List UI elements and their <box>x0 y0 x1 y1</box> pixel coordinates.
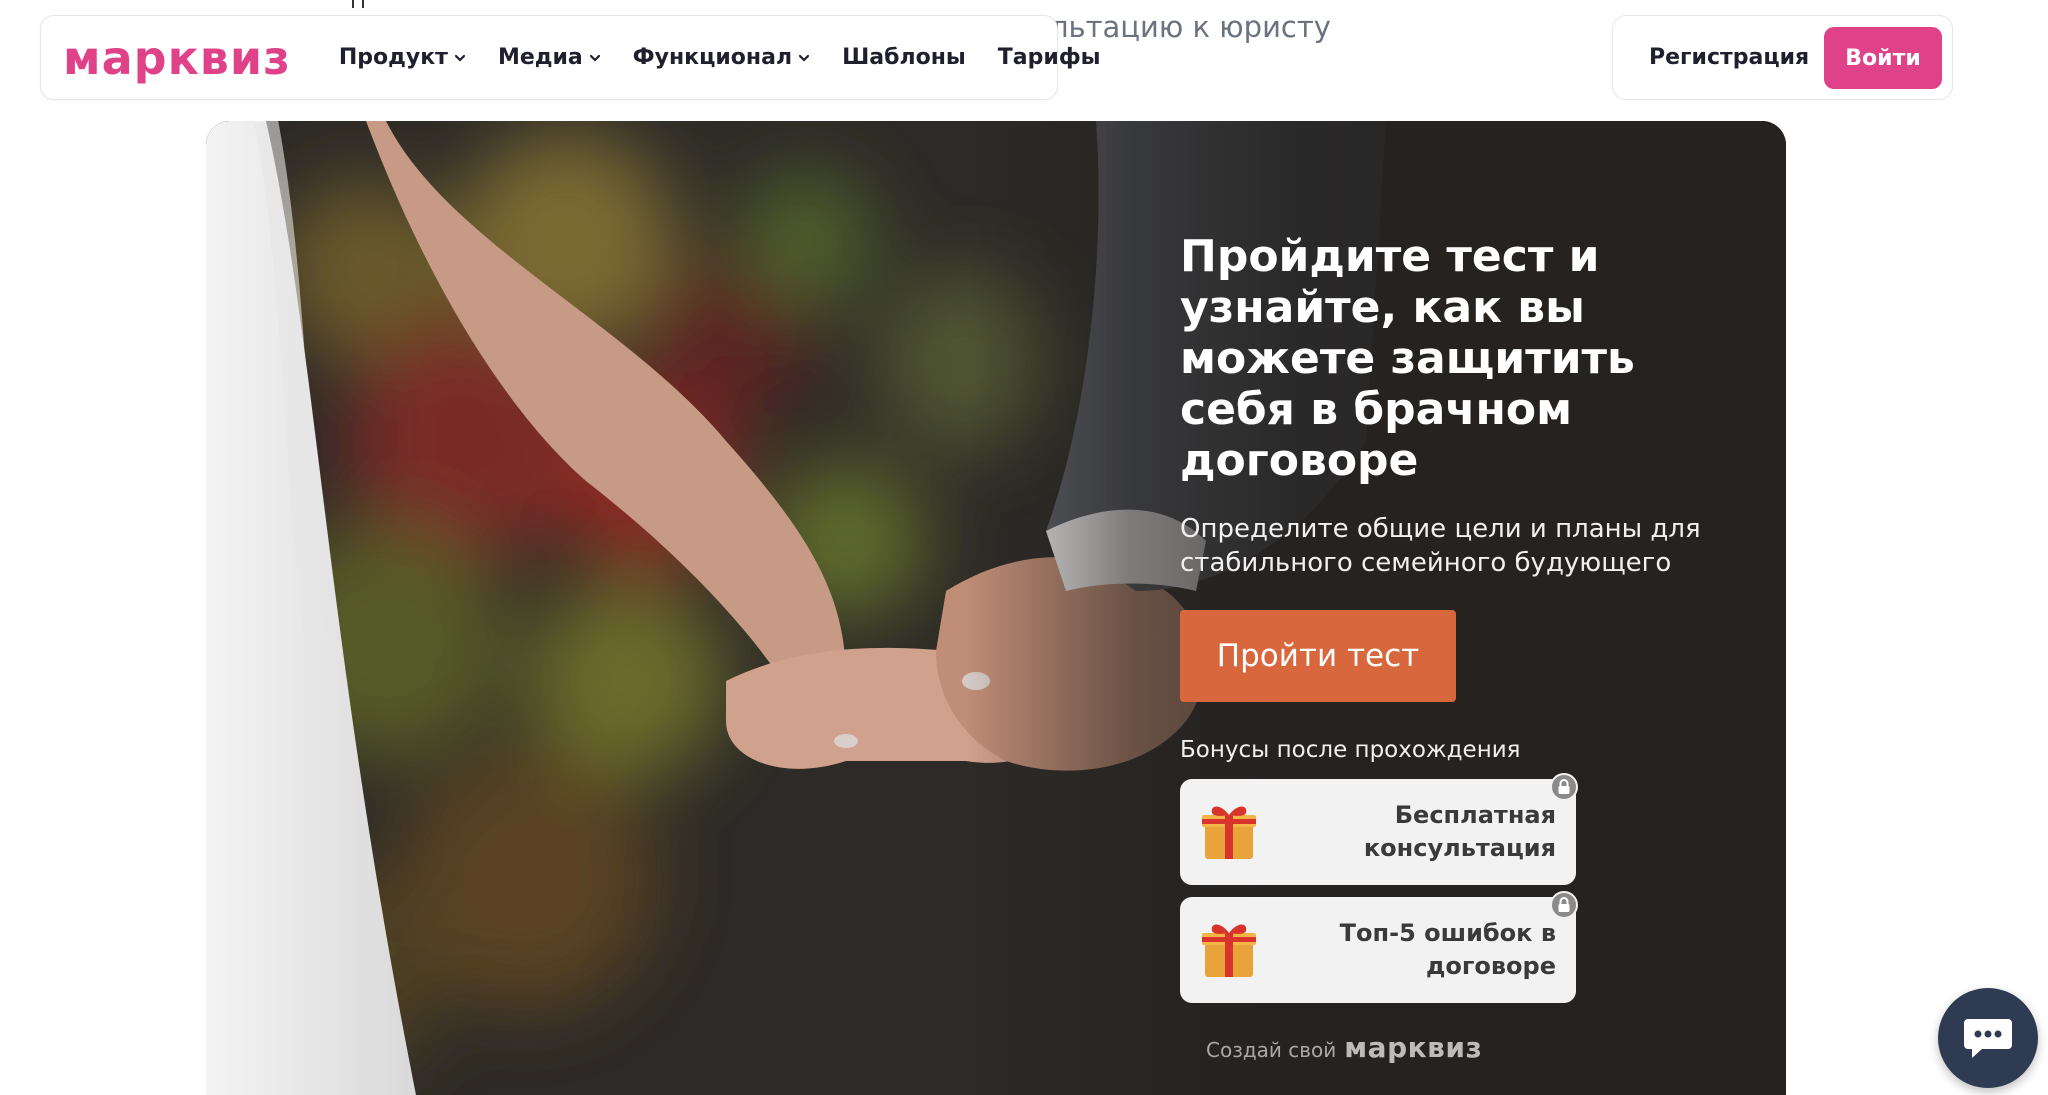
nav-menu: Продукт Медиа Функционал Шаблоны Тарифы <box>339 45 1101 70</box>
nav-item-product[interactable]: Продукт <box>339 45 466 70</box>
nav-label: Шаблоны <box>842 45 966 70</box>
nav-item-pricing[interactable]: Тарифы <box>998 45 1101 70</box>
chevron-down-icon <box>454 54 466 62</box>
nav-label: Тарифы <box>997 45 1101 70</box>
background-text: льтацию к юристу <box>1050 10 1331 44</box>
gift-icon <box>1202 806 1256 859</box>
bonus-line: Топ-5 ошибок в <box>1339 919 1556 947</box>
nav-item-features[interactable]: Функционал <box>633 45 810 70</box>
chevron-down-icon <box>798 54 810 62</box>
start-quiz-button[interactable]: Пройти тест <box>1180 610 1456 702</box>
main-navbar: марквиз Продукт Медиа Функционал Шаблоны… <box>40 15 1101 100</box>
chevron-down-icon <box>589 54 600 62</box>
bonus-text: Бесплатная консультация <box>1364 799 1556 865</box>
quiz-title: Пройдите тест и узнайте, как вы можете з… <box>1180 231 1635 486</box>
bonus-line: договоре <box>1425 952 1556 980</box>
nav-item-media[interactable]: Медиа <box>498 45 601 70</box>
background-text-fragment <box>352 0 364 8</box>
login-button[interactable]: Войти <box>1824 27 1942 89</box>
bonus-card: Топ-5 ошибок в договоре <box>1180 891 1578 1003</box>
bonus-text: Топ-5 ошибок в договоре <box>1340 917 1556 983</box>
chat-button[interactable] <box>1938 988 2038 1088</box>
nav-label: Функционал <box>632 45 793 70</box>
bonus-line: Бесплатная <box>1394 801 1556 829</box>
gift-icon <box>1202 924 1256 977</box>
lock-icon <box>1550 891 1578 919</box>
quiz-hero: Пройдите тест и узнайте, как вы можете з… <box>206 121 1786 1095</box>
nav-item-templates[interactable]: Шаблоны <box>842 45 966 70</box>
quiz-subtitle: Определите общие цели и планы для стабил… <box>1180 514 1701 578</box>
nav-label: Медиа <box>497 45 583 70</box>
bonus-heading: Бонусы после прохождения <box>1180 737 1521 763</box>
chat-bubble-icon <box>1964 1019 2012 1058</box>
lock-icon <box>1550 773 1578 801</box>
powered-by-text: Создай свой <box>1206 1038 1337 1062</box>
register-link[interactable]: Регистрация <box>1649 45 1809 70</box>
bonus-card: Бесплатная консультация <box>1180 773 1578 885</box>
powered-by[interactable]: Создай свой марквиз <box>1206 1031 1482 1064</box>
quiz-intro: Пройдите тест и узнайте, как вы можете з… <box>1180 231 1740 1003</box>
powered-by-logo: марквиз <box>1344 1031 1483 1064</box>
auth-panel: Регистрация Войти <box>1612 15 1953 100</box>
brand-logo[interactable]: марквиз <box>63 35 291 81</box>
nav-label: Продукт <box>338 45 448 70</box>
bonus-line: консультация <box>1363 834 1556 862</box>
